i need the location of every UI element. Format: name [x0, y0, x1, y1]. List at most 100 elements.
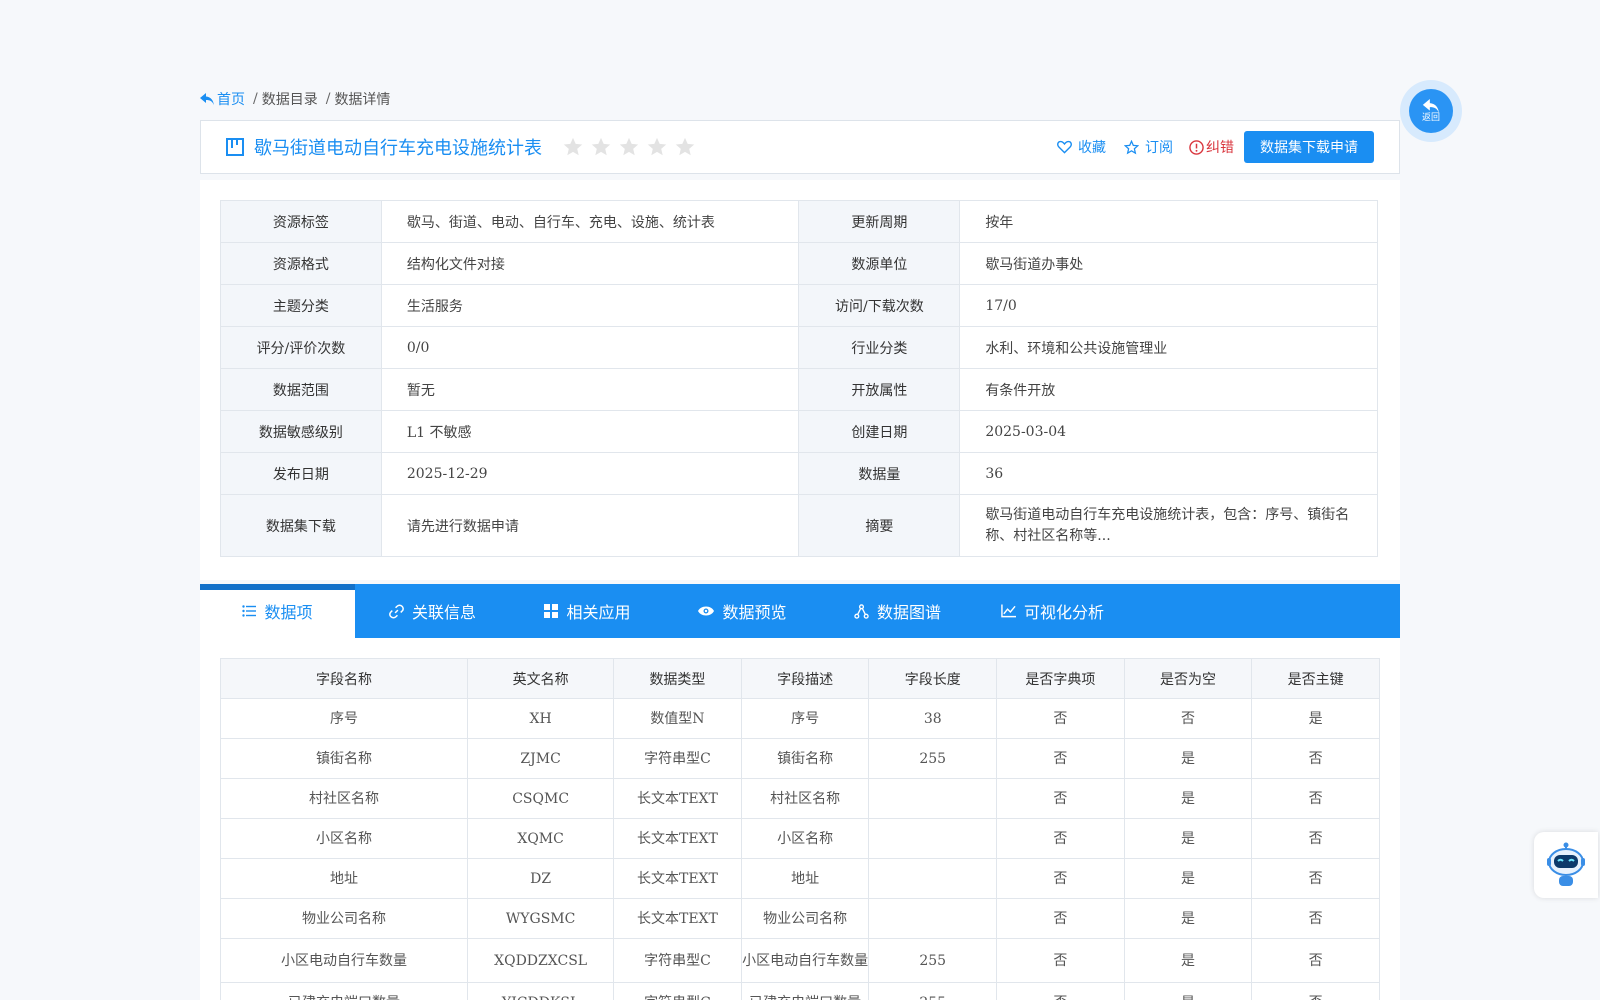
star-icon[interactable]: [674, 136, 696, 158]
table-cell: XQMC: [467, 818, 615, 859]
breadcrumb: 首页 / 数据目录 / 数据详情: [200, 88, 390, 110]
info-label: 主题分类: [220, 284, 382, 327]
table-cell: 是: [1123, 982, 1253, 1000]
info-value: 水利、环境和公共设施管理业: [959, 326, 1378, 369]
column-header: 是否字典项: [996, 658, 1125, 699]
table-cell: 否: [996, 698, 1125, 739]
tab-label: 关联信息: [411, 603, 476, 622]
star-icon[interactable]: [646, 136, 668, 158]
info-value: 暂无: [380, 368, 800, 411]
column-header: 英文名称: [467, 658, 615, 699]
heart-icon: [1057, 140, 1072, 154]
star-icon[interactable]: [618, 136, 640, 158]
table-cell: XQDDZXCSL: [467, 938, 615, 983]
info-panel: 资源标签 歇马、街道、电动、自行车、充电、设施、统计表 更新周期 按年 资源格式 结构化文…: [200, 180, 1400, 580]
breadcrumb-data-detail: 数据详情: [334, 92, 391, 108]
table-cell: 长文本TEXT: [613, 858, 742, 899]
title-bar: 歇马街道电动自行车充电设施统计表 收藏 订阅 纠错 数据集下载申请: [200, 120, 1400, 174]
table-cell: 镇街名称: [740, 738, 870, 779]
table-cell: 序号: [740, 698, 870, 739]
info-row: 资源标签 歇马、街道、电动、自行车、充电、设施、统计表 更新周期 按年: [220, 200, 1378, 243]
rating-stars[interactable]: [562, 136, 696, 158]
info-value: 2025-03-04: [959, 410, 1378, 453]
info-value: 0/0: [380, 326, 800, 369]
table-cell: 村社区名称: [740, 778, 870, 819]
tab-related-apps[interactable]: 相关应用: [510, 584, 665, 638]
info-label: 开放属性: [798, 368, 961, 411]
table-row: 村社区名称 CSQMC 长文本TEXT 村社区名称否是否: [219, 778, 1380, 819]
table-cell: DZ: [467, 858, 615, 899]
table-cell: 物业公司名称: [219, 898, 469, 939]
table-cell: 长文本TEXT: [613, 778, 742, 819]
info-label: 评分/评价次数: [220, 326, 382, 369]
table-cell: 字符串型C: [613, 738, 742, 779]
favorite-label: 收藏: [1078, 140, 1106, 156]
tab-label: 数据图谱: [876, 603, 941, 622]
tab-data-preview[interactable]: 数据预览: [665, 584, 820, 638]
table-cell: 255: [868, 938, 998, 983]
grid-icon: [544, 604, 559, 618]
star-icon[interactable]: [590, 136, 612, 158]
table-cell: 否: [996, 982, 1125, 1000]
info-value: L1 不敏感: [380, 410, 800, 453]
tab-related-info[interactable]: 关联信息: [355, 584, 510, 638]
apply-download-button[interactable]: 数据集下载申请: [1244, 131, 1374, 163]
column-header: 字段长度: [868, 658, 998, 699]
info-label: 数据集下载: [220, 494, 382, 557]
back-button[interactable]: 返回: [1400, 80, 1462, 142]
favorite-button[interactable]: 收藏: [1057, 137, 1106, 157]
table-cell: 是: [1123, 778, 1253, 819]
table-cell: 否: [1123, 698, 1253, 739]
table-cell: 否: [1251, 738, 1380, 779]
report-error-button[interactable]: 纠错: [1189, 137, 1234, 157]
table-cell: 长文本TEXT: [613, 898, 742, 939]
info-label: 发布日期: [220, 452, 382, 495]
table-row: 序号 XH 数值型N 序号 38 否否是: [219, 698, 1380, 739]
alert-circle-icon: [1189, 139, 1204, 155]
assistant-robot-button[interactable]: [1534, 832, 1598, 898]
column-header: 数据类型: [613, 658, 742, 699]
info-value: 17/0: [959, 284, 1378, 327]
star-icon[interactable]: [562, 136, 584, 158]
table-cell: 是: [1123, 818, 1253, 859]
table-cell: 是: [1123, 858, 1253, 899]
fields-table: 字段名称 英文名称 数据类型 字段描述 字段长度 是否字典项 是否为空 是否主键 序号 XH 数值…: [219, 658, 1380, 1000]
tab-bar: 数据项 关联信息 相关应用 数据预览 数据图谱 可视化分析: [200, 584, 1400, 638]
info-label: 资源格式: [220, 242, 382, 285]
info-label: 行业分类: [798, 326, 961, 369]
table-cell: 小区名称: [740, 818, 870, 859]
table-cell: 是: [1123, 938, 1253, 983]
table-cell: [868, 858, 998, 899]
tab-data-graph[interactable]: 数据图谱: [820, 584, 975, 638]
tab-label: 相关应用: [566, 603, 631, 622]
info-value: 结构化文件对接: [380, 242, 800, 285]
info-label: 数源单位: [798, 242, 961, 285]
table-cell: [868, 818, 998, 859]
table-cell: 已建充电端口数量: [740, 982, 870, 1000]
breadcrumb-data-catalog[interactable]: 数据目录: [262, 89, 318, 109]
table-cell: 255: [868, 982, 998, 1000]
info-row: 评分/评价次数 0/0 行业分类 水利、环境和公共设施管理业: [220, 326, 1378, 369]
table-cell: 已建充电端口数量: [219, 982, 469, 1000]
table-cell: WYGSMC: [467, 898, 615, 939]
dataset-icon: [226, 138, 244, 156]
table-row: 已建充电端口数量YJCDDKSL字符串型C已建充电端口数量255否是否: [219, 982, 1380, 1000]
breadcrumb-home-link[interactable]: 首页: [200, 89, 245, 109]
subscribe-button[interactable]: 订阅: [1124, 137, 1173, 157]
table-cell: 否: [1251, 778, 1380, 819]
table-row: 物业公司名称 WYGSMC 长文本TEXT 物业公司名称否是否: [219, 898, 1380, 939]
table-cell: 是: [1123, 898, 1253, 939]
table-cell: 否: [1251, 938, 1380, 983]
table-cell: 物业公司名称: [740, 898, 870, 939]
info-label: 摘要: [798, 494, 961, 557]
fields-header-row: 字段名称 英文名称 数据类型 字段描述 字段长度 是否字典项 是否为空 是否主键: [219, 658, 1380, 699]
table-cell: 否: [1251, 982, 1380, 1000]
table-cell: 是: [1251, 698, 1380, 739]
tab-data-items[interactable]: 数据项: [200, 584, 355, 638]
link-icon: [389, 604, 404, 618]
info-label: 创建日期: [798, 410, 961, 453]
tab-visual-analysis[interactable]: 可视化分析: [975, 584, 1130, 638]
table-cell: 否: [1251, 858, 1380, 899]
table-row: 地址 DZ 长文本TEXT 地址否是否: [219, 858, 1380, 899]
report-error-label: 纠错: [1206, 140, 1234, 156]
